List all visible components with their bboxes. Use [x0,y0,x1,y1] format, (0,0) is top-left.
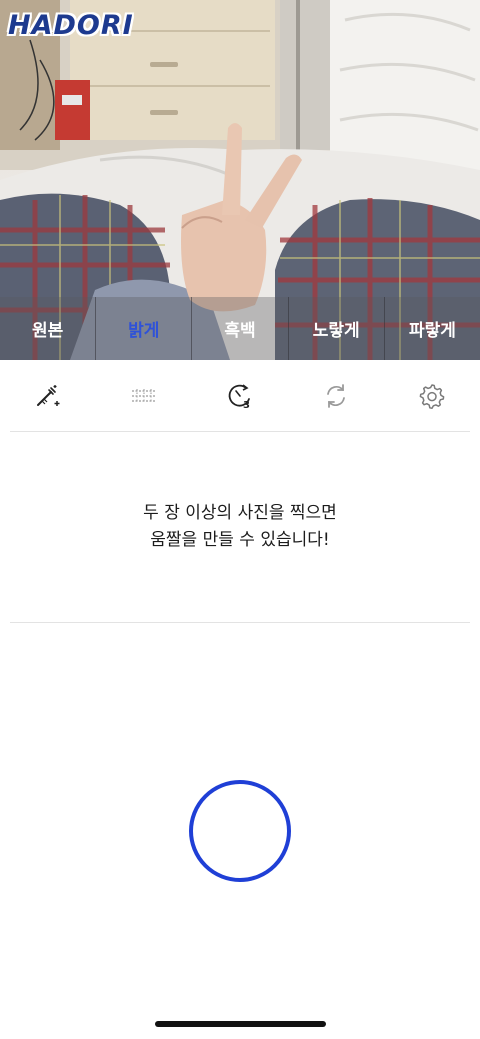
timer-button[interactable]: 3 [216,372,264,420]
switch-camera-button[interactable] [312,372,360,420]
settings-button[interactable] [408,372,456,420]
filter-blue[interactable]: 파랗게 [384,297,480,360]
gear-icon [419,384,445,410]
app-logo: HADORI [8,10,134,41]
magic-wand-icon [37,385,60,406]
switch-camera-icon [327,384,345,408]
divider-bottom [10,622,470,623]
grid-button[interactable] [120,372,168,420]
timer-3-icon: 3 [228,384,250,410]
filter-bright[interactable]: 밝게 [96,297,193,360]
filter-original[interactable]: 원본 [0,297,97,360]
magic-wand-button[interactable] [24,372,72,420]
gif-hint-line-1: 두 장 이상의 사진을 찍으면 [143,503,337,523]
shutter-button[interactable] [189,780,291,882]
gif-hint-message: 두 장 이상의 사진을 찍으면 움짤을 만들 수 있습니다! [0,500,480,554]
filter-bar: 원본 밝게 흑백 노랗게 파랗게 [0,297,480,360]
divider-top [10,431,470,432]
camera-preview[interactable]: HADORI 원본 밝게 흑백 노랗게 파랗게 [0,0,480,360]
filter-mono[interactable]: 흑백 [192,297,289,360]
svg-text:3: 3 [243,400,250,410]
gif-hint-line-2: 움짤을 만들 수 있습니다! [150,530,330,550]
filter-yellow[interactable]: 노랗게 [288,297,385,360]
toolbar: 3 [0,362,480,430]
home-indicator [155,1021,326,1027]
grid-icon [132,389,156,403]
